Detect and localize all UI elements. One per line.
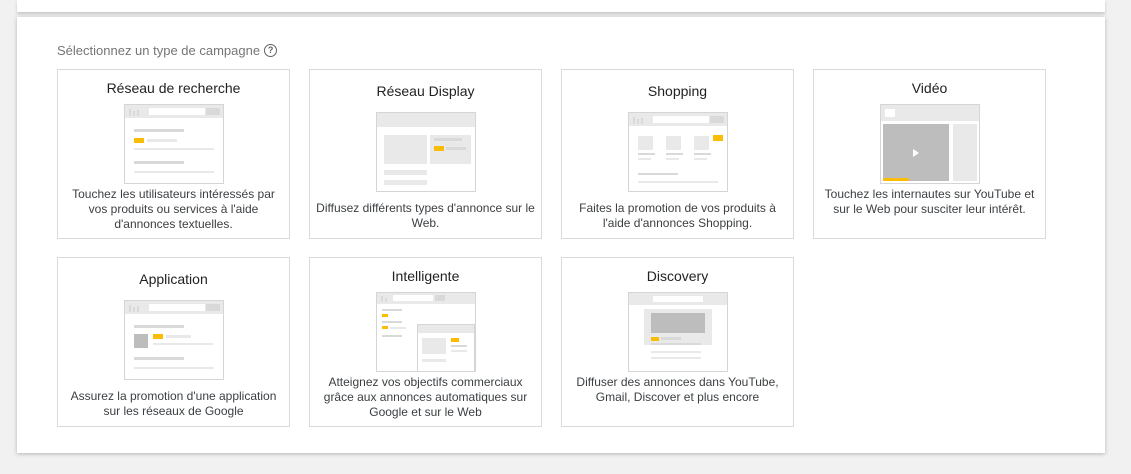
- card-description: Diffuser des annonces dans YouTube, Gmai…: [576, 375, 779, 404]
- card-title: Réseau de recherche: [106, 80, 241, 96]
- campaign-card-app[interactable]: Application Assurez la promotion d'une a…: [57, 257, 290, 427]
- campaign-card-shopping[interactable]: Shopping Faites la promotion de vos prod…: [561, 69, 794, 239]
- campaign-card-discovery[interactable]: Discovery Diffuser des annonces dans You…: [561, 257, 794, 427]
- card-title: Réseau Display: [376, 83, 475, 99]
- campaign-card-search[interactable]: Réseau de recherche Touchez les utilisat…: [57, 69, 290, 239]
- card-title: Shopping: [647, 83, 708, 99]
- search-ad-illustration: [124, 104, 224, 184]
- download-icon: [134, 334, 148, 348]
- campaign-card-video[interactable]: Vidéo Touchez les internautes sur YouTub…: [813, 69, 1046, 239]
- campaign-card-smart[interactable]: Intelligente Atteignez vos objectifs com…: [309, 257, 542, 427]
- card-title: Vidéo: [911, 80, 948, 96]
- campaign-card-display[interactable]: Réseau Display Diffusez différents types…: [309, 69, 542, 239]
- card-description: Diffusez différents types d'annonce sur …: [316, 201, 535, 230]
- card-title: Discovery: [646, 268, 709, 284]
- card-description: Faites la promotion de vos produits à l'…: [579, 201, 776, 230]
- app-ad-illustration: [124, 300, 224, 380]
- shopping-ad-illustration: [628, 112, 728, 192]
- card-description: Atteignez vos objectifs commerciaux grâc…: [323, 375, 528, 419]
- card-description: Touchez les internautes sur YouTube et s…: [824, 187, 1035, 216]
- discovery-ad-illustration: [628, 292, 728, 372]
- help-icon[interactable]: ?: [264, 44, 278, 57]
- smart-ad-illustration: [376, 292, 476, 372]
- card-description: Assurez la promotion d'une application s…: [70, 389, 277, 418]
- campaign-type-heading: Sélectionnez un type de campagne ?: [57, 43, 278, 58]
- card-title: Application: [139, 271, 208, 287]
- campaign-type-heading-text: Sélectionnez un type de campagne: [57, 43, 261, 58]
- card-title: Intelligente: [391, 268, 460, 284]
- card-description: Touchez les utilisateurs intéressés par …: [72, 187, 275, 231]
- video-ad-illustration: [880, 104, 980, 184]
- display-ad-illustration: [376, 112, 476, 192]
- previous-section-edge: [17, 0, 1105, 12]
- campaign-type-panel: Sélectionnez un type de campagne ? Résea…: [17, 17, 1105, 453]
